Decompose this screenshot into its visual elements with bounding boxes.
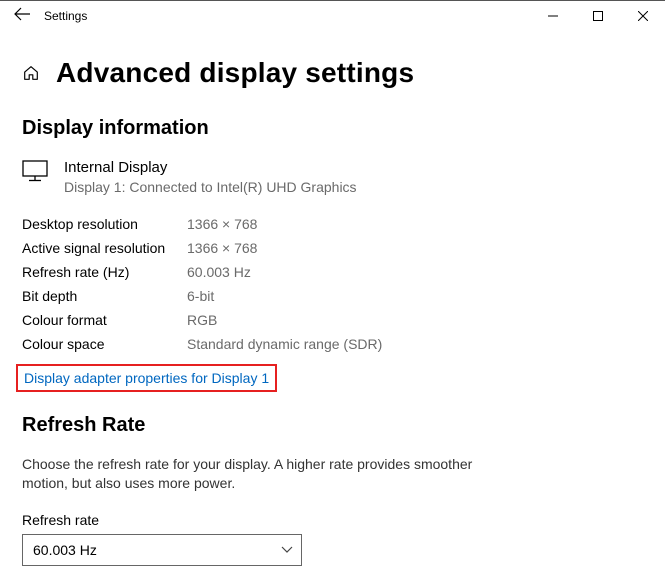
info-value: 1366 × 768 <box>187 236 382 260</box>
info-label: Active signal resolution <box>22 236 187 260</box>
refresh-rate-selected-value: 60.003 Hz <box>33 542 97 558</box>
info-value: 60.003 Hz <box>187 260 382 284</box>
window-controls <box>530 1 665 31</box>
back-button[interactable] <box>0 1 44 31</box>
window-title: Settings <box>44 9 530 23</box>
close-button[interactable] <box>620 1 665 31</box>
table-row: Colour format RGB <box>22 308 382 332</box>
page-title: Advanced display settings <box>56 57 414 89</box>
display-info-table: Desktop resolution 1366 × 768 Active sig… <box>22 212 382 356</box>
info-label: Desktop resolution <box>22 212 187 236</box>
info-label: Bit depth <box>22 284 187 308</box>
refresh-rate-field-label: Refresh rate <box>22 512 643 528</box>
display-device-name: Internal Display <box>64 158 357 178</box>
table-row: Colour space Standard dynamic range (SDR… <box>22 332 382 356</box>
table-row: Active signal resolution 1366 × 768 <box>22 236 382 260</box>
table-row: Desktop resolution 1366 × 768 <box>22 212 382 236</box>
refresh-rate-description: Choose the refresh rate for your display… <box>22 455 482 494</box>
minimize-icon <box>548 11 558 21</box>
refresh-rate-dropdown[interactable]: 60.003 Hz <box>22 534 302 566</box>
info-value: 1366 × 768 <box>187 212 382 236</box>
info-label: Colour format <box>22 308 187 332</box>
page-header: Advanced display settings <box>22 57 643 89</box>
info-label: Refresh rate (Hz) <box>22 260 187 284</box>
table-row: Bit depth 6-bit <box>22 284 382 308</box>
display-adapter-properties-link[interactable]: Display adapter properties for Display 1 <box>24 370 269 386</box>
content-area: Advanced display settings Display inform… <box>0 31 665 566</box>
chevron-down-icon <box>281 543 293 557</box>
info-value: Standard dynamic range (SDR) <box>187 332 382 356</box>
table-row: Refresh rate (Hz) 60.003 Hz <box>22 260 382 284</box>
display-device: Internal Display Display 1: Connected to… <box>22 158 643 196</box>
maximize-button[interactable] <box>575 1 620 31</box>
refresh-rate-heading: Refresh Rate <box>22 414 643 437</box>
minimize-button[interactable] <box>530 1 575 31</box>
info-label: Colour space <box>22 332 187 356</box>
arrow-left-icon <box>14 7 30 21</box>
display-information-heading: Display information <box>22 117 643 140</box>
display-device-subtitle: Display 1: Connected to Intel(R) UHD Gra… <box>64 178 357 196</box>
maximize-icon <box>593 11 603 21</box>
info-value: 6-bit <box>187 284 382 308</box>
titlebar: Settings <box>0 1 665 31</box>
close-icon <box>638 11 648 21</box>
info-value: RGB <box>187 308 382 332</box>
home-icon[interactable] <box>22 64 40 82</box>
monitor-icon <box>22 160 48 185</box>
highlight-box: Display adapter properties for Display 1 <box>16 364 277 392</box>
